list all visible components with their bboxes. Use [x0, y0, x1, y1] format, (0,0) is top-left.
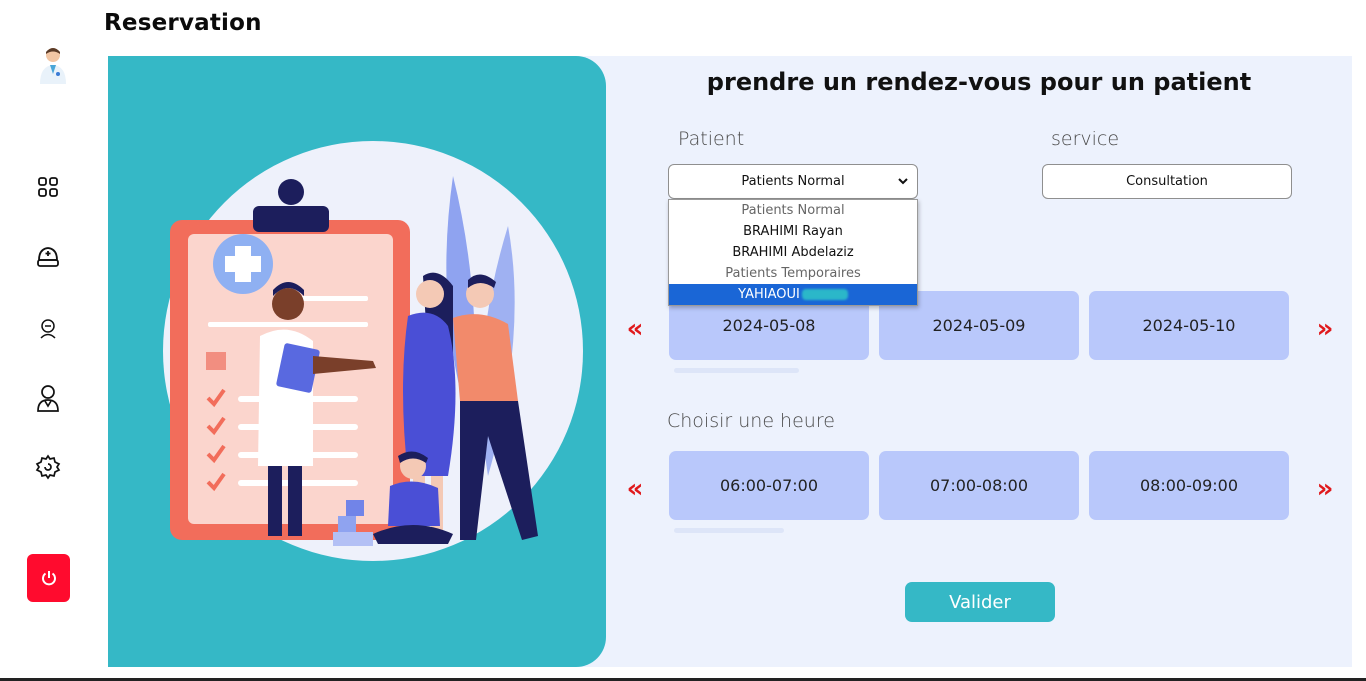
- hour-tile[interactable]: 08:00-09:00: [1089, 451, 1289, 520]
- reservation-page: Reservation prendre un rendez-vous pour …: [0, 0, 1366, 681]
- patient-icon[interactable]: [33, 313, 63, 343]
- hour-tile[interactable]: 07:00-08:00: [879, 451, 1079, 520]
- dropdown-option[interactable]: BRAHIMI Rayan: [669, 221, 917, 242]
- redacted-text: [801, 289, 848, 300]
- doctor-icon[interactable]: [33, 383, 63, 413]
- patient-dropdown: Patients Normal BRAHIMI Rayan BRAHIMI Ab…: [668, 199, 918, 306]
- patient-label: Patient: [678, 128, 745, 150]
- doctor-avatar: [36, 44, 70, 84]
- date-tile[interactable]: 2024-05-10: [1089, 291, 1289, 360]
- hour-label: Choisir une heure: [667, 410, 835, 432]
- chevron-down-icon: [898, 178, 908, 185]
- dropdown-option-selected[interactable]: YAHIAOUI: [669, 284, 917, 305]
- patient-select-value: Patients Normal: [741, 174, 845, 189]
- dropdown-option-label: YAHIAOUI: [738, 287, 800, 302]
- page-title: Reservation: [104, 10, 262, 36]
- service-value: Consultation: [1126, 174, 1208, 189]
- prev-hours-arrow[interactable]: «: [623, 474, 647, 504]
- patient-select[interactable]: Patients Normal: [668, 164, 918, 199]
- settings-icon[interactable]: [33, 452, 63, 482]
- next-hours-arrow[interactable]: »: [1313, 474, 1337, 504]
- logout-button[interactable]: [27, 554, 70, 602]
- power-icon: [41, 571, 56, 586]
- nurse-cap-icon[interactable]: [33, 242, 63, 272]
- service-field[interactable]: Consultation: [1042, 164, 1292, 199]
- sidebar: [0, 0, 100, 681]
- submit-button[interactable]: Valider: [905, 582, 1055, 622]
- service-label: service: [1051, 128, 1120, 150]
- medical-illustration: [108, 56, 606, 667]
- dropdown-group-normal: Patients Normal: [741, 203, 845, 218]
- form-heading: prendre un rendez-vous pour un patient: [706, 68, 1252, 96]
- scroll-indicator: [674, 528, 784, 533]
- dashboard-icon[interactable]: [33, 172, 63, 202]
- scroll-indicator: [674, 368, 799, 373]
- dropdown-group-temporary: Patients Temporaires: [725, 266, 861, 281]
- next-dates-arrow[interactable]: »: [1313, 314, 1337, 344]
- hour-tile[interactable]: 06:00-07:00: [669, 451, 869, 520]
- prev-dates-arrow[interactable]: «: [623, 314, 647, 344]
- dropdown-option[interactable]: BRAHIMI Abdelaziz: [669, 242, 917, 263]
